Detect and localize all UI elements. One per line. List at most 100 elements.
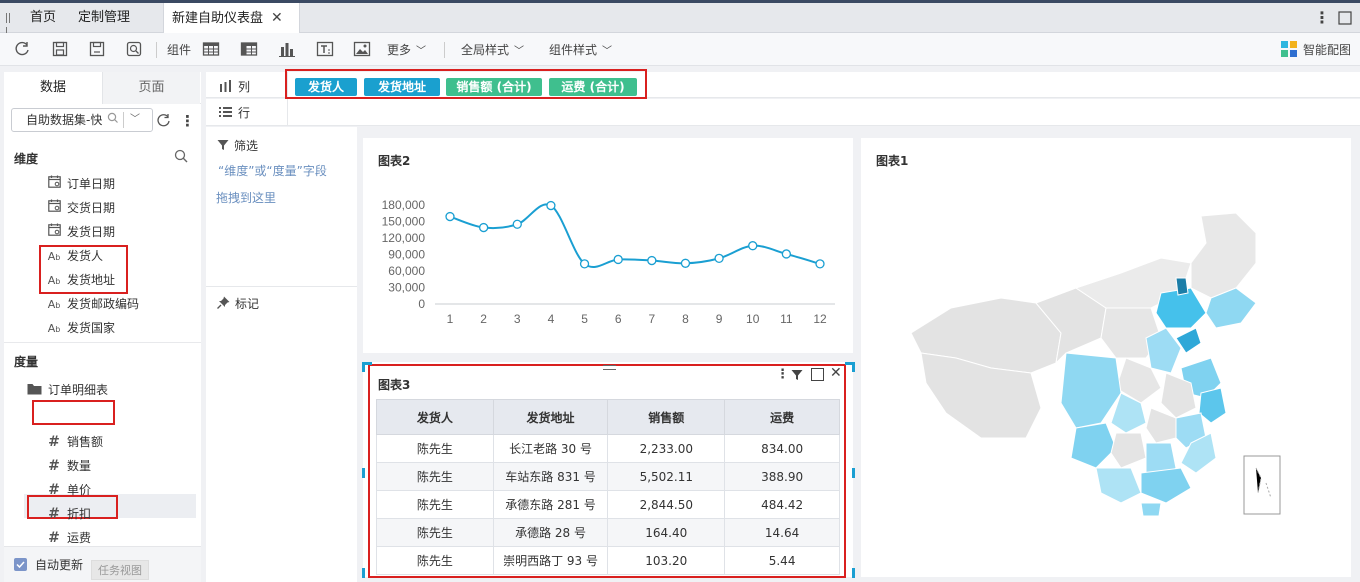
data-point <box>613 254 623 265</box>
component-style-menu[interactable]: 组件样式 ﹀ <box>549 40 612 60</box>
toolbar-divider <box>444 42 445 58</box>
text-component-icon[interactable] <box>316 40 334 60</box>
map-region <box>1190 212 1257 299</box>
preview-icon[interactable] <box>125 40 143 60</box>
folder-order-details[interactable]: 订单明细表 <box>27 380 108 400</box>
measure-field[interactable]: # 运费 <box>46 528 91 548</box>
data-point <box>445 211 455 222</box>
filter-icon <box>217 140 229 150</box>
hash-icon: # <box>48 482 60 498</box>
data-point <box>815 259 825 269</box>
drag-handle-icon[interactable] <box>603 365 616 370</box>
resize-handle[interactable] <box>852 362 855 372</box>
text-icon: Ab <box>47 298 61 311</box>
highlight-sales-field <box>32 400 115 425</box>
table-component-icon[interactable] <box>202 40 220 60</box>
field-label: 销售额 <box>67 435 104 449</box>
resize-handle[interactable] <box>362 362 365 372</box>
data-point <box>647 255 657 266</box>
y-tick-label: 120,000 <box>382 231 426 245</box>
x-tick-label: 1 <box>447 312 454 326</box>
close-icon[interactable]: ✕ <box>271 10 283 26</box>
resize-handle[interactable] <box>852 568 855 578</box>
tab-custom-manage[interactable]: 定制管理 <box>70 3 138 33</box>
x-tick-label: 12 <box>813 312 827 326</box>
highlight-column-pills <box>285 69 647 99</box>
chart1-card[interactable]: 图表1 <box>861 138 1351 577</box>
dimension-field[interactable]: 交货日期 <box>46 198 115 218</box>
auto-update-label: 自动更新 <box>35 558 84 572</box>
south-china-sea-inset <box>1243 455 1281 515</box>
resize-handle[interactable] <box>852 468 855 478</box>
tab-data[interactable]: 数据 <box>4 72 102 104</box>
dimension-field[interactable]: Ab 发货邮政编码 <box>46 294 139 314</box>
smart-color-button[interactable]: 智能配图 <box>1281 40 1351 60</box>
resize-handle[interactable] <box>362 468 365 478</box>
field-label: 发货日期 <box>67 225 116 239</box>
toolbar-divider <box>156 42 157 58</box>
section-divider <box>4 342 201 343</box>
y-tick-label: 60,000 <box>388 264 425 278</box>
tab-new-dashboard[interactable]: 新建自助仪表盘 ✕ <box>163 3 300 33</box>
map-region <box>1140 467 1192 504</box>
more-vertical-icon[interactable]: ⋮ <box>180 112 195 130</box>
tab-custom-label: 定制管理 <box>78 10 131 25</box>
line-chart: 0 30,000 60,000 90,000 120,000 150,000 180,000… <box>382 198 835 326</box>
crosstab-component-icon[interactable] <box>240 40 258 60</box>
data-point <box>714 253 724 263</box>
save-icon[interactable] <box>51 40 69 60</box>
refresh-icon[interactable] <box>13 40 31 60</box>
data-point <box>512 219 522 229</box>
menu-grip-icon[interactable] <box>6 12 14 37</box>
more-vertical-icon[interactable]: ⋮ <box>1314 3 1330 33</box>
field-label: 折扣 <box>67 507 92 521</box>
maximize-icon[interactable] <box>1338 3 1352 33</box>
save-as-icon[interactable] <box>88 40 106 60</box>
auto-update-toggle[interactable]: 自动更新 <box>14 556 83 573</box>
tab-home[interactable]: 首页 <box>22 3 64 33</box>
tab-home-label: 首页 <box>30 10 57 25</box>
map-region <box>1198 387 1227 424</box>
measure-field[interactable]: # 销售额 <box>46 432 103 452</box>
search-icon[interactable] <box>107 112 119 127</box>
field-label: 运费 <box>67 531 92 545</box>
y-tick-label: 150,000 <box>382 215 426 229</box>
measure-field[interactable]: # 单价 <box>46 480 91 500</box>
component-label: 组件 <box>167 43 192 57</box>
search-icon[interactable] <box>174 149 188 166</box>
map-region <box>1110 432 1147 469</box>
more-menu[interactable]: 更多 ﹀ <box>387 40 426 60</box>
image-component-icon[interactable] <box>353 40 371 60</box>
x-tick-label: 5 <box>581 312 588 326</box>
measure-field[interactable]: # 折扣 <box>46 504 91 524</box>
global-style-menu[interactable]: 全局样式 ﹀ <box>461 40 524 60</box>
china-map <box>910 212 1281 517</box>
dimension-field[interactable]: 订单日期 <box>46 174 115 194</box>
calendar-icon <box>46 223 62 243</box>
panel-tabs: 数据 页面 <box>4 72 201 104</box>
mark-label: 标记 <box>235 297 260 311</box>
highlight-dimension-fields <box>39 245 128 294</box>
series-line <box>449 203 821 269</box>
row-icon <box>219 107 232 117</box>
chart2-card[interactable]: 图表2 0 30,000 60,000 90,000 120,000 150,000 180… <box>363 138 853 353</box>
calendar-icon <box>46 199 62 219</box>
y-tick-label: 0 <box>418 297 425 311</box>
checkbox-icon[interactable] <box>14 558 27 571</box>
x-tick-label: 10 <box>746 312 760 326</box>
x-tick-label: 4 <box>548 312 555 326</box>
mark-title: 标记 <box>217 296 259 312</box>
row-shelf[interactable] <box>206 99 1360 126</box>
dimension-field[interactable]: 发货日期 <box>46 222 115 242</box>
refresh-icon[interactable] <box>156 113 171 131</box>
x-tick-label: 11 <box>780 312 793 326</box>
bar-chart-icon[interactable] <box>278 40 296 60</box>
tab-bar: 首页 定制管理 新建自助仪表盘 ✕ ⋮ <box>0 3 1360 37</box>
tab-page[interactable]: 页面 <box>102 72 200 104</box>
dimension-field[interactable]: Ab 发货国家 <box>46 318 115 338</box>
chevron-down-icon[interactable]: ﹀ <box>130 110 140 125</box>
measure-field[interactable]: # 数量 <box>46 456 91 476</box>
resize-handle[interactable] <box>362 568 365 578</box>
hash-icon: # <box>48 506 60 522</box>
x-tick-label: 6 <box>615 312 622 326</box>
